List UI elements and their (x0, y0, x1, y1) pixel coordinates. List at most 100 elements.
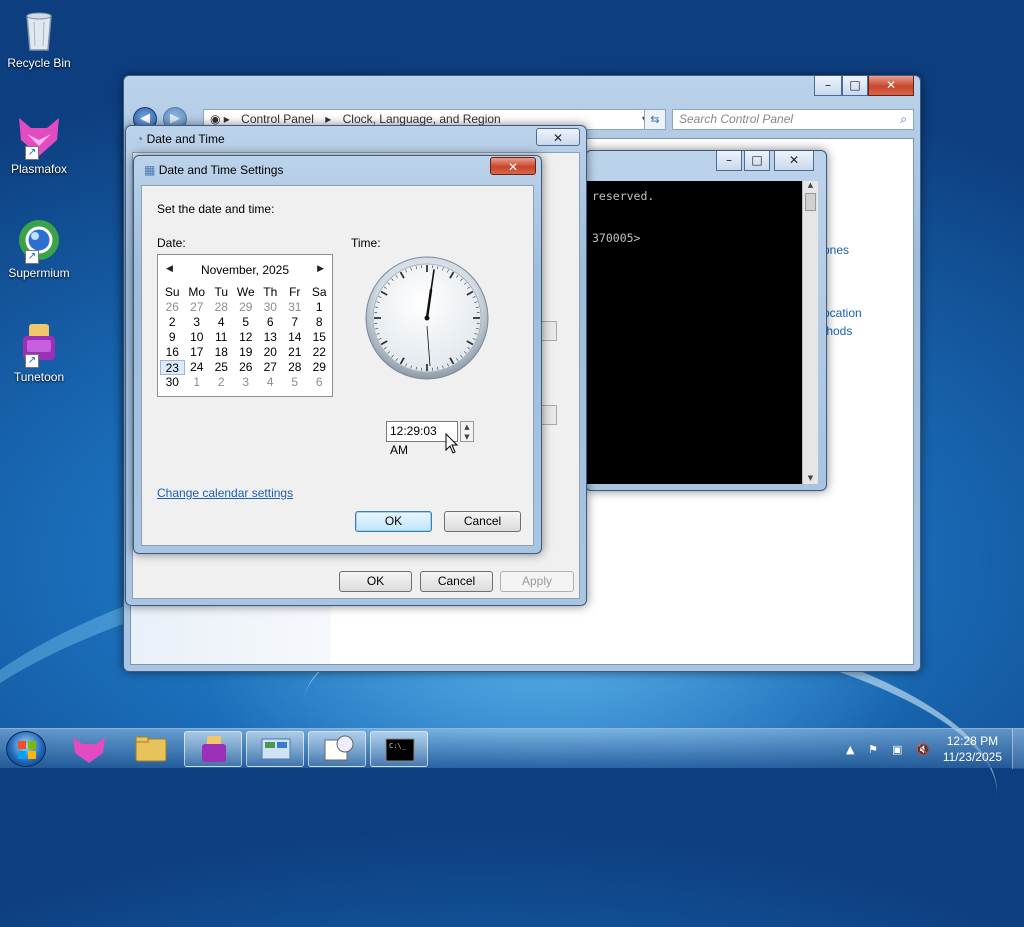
maximize-button[interactable]: □ (842, 76, 868, 96)
calendar-day[interactable]: 22 (307, 345, 332, 360)
desktop-icon-supermium[interactable]: ↗ Supermium (4, 216, 74, 280)
date-time-settings-dialog: ▦ Date and Time Settings ✕ Set the date … (133, 155, 542, 554)
show-desktop-button[interactable] (1012, 729, 1024, 769)
minimize-button[interactable]: – (814, 76, 842, 96)
windows-logo-icon (18, 741, 36, 759)
close-button[interactable]: ✕ (536, 128, 580, 146)
system-clock[interactable]: 12:28 PM 11/23/2025 (943, 733, 1002, 765)
calendar-day[interactable]: 7 (283, 315, 308, 330)
calendar-day[interactable]: 16 (160, 345, 185, 360)
calendar-day[interactable]: 27 (258, 360, 283, 375)
apply-button[interactable]: Apply (500, 571, 574, 592)
time-spinner[interactable]: ▲ ▼ (460, 421, 474, 442)
calendar-day[interactable]: 11 (209, 330, 234, 345)
calendar-day[interactable]: 14 (283, 330, 308, 345)
calendar-day[interactable]: 12 (234, 330, 259, 345)
ok-button[interactable]: OK (355, 511, 432, 532)
console-scrollbar[interactable]: ▲ ▼ (802, 181, 818, 484)
partial-button[interactable] (541, 321, 557, 341)
scroll-down-icon[interactable]: ▼ (803, 474, 818, 482)
calendar-day[interactable]: 5 (234, 315, 259, 330)
calendar-day[interactable]: 4 (258, 375, 283, 390)
task-link[interactable]: ocation (823, 306, 862, 320)
desktop-icon-tunetoon[interactable]: ↗ Tunetoon (4, 320, 74, 384)
calendar-day[interactable]: 6 (307, 375, 332, 390)
calendar-day[interactable]: 20 (258, 345, 283, 360)
taskbar-explorer[interactable] (122, 731, 180, 767)
calendar-day[interactable]: 1 (185, 375, 210, 390)
calendar-day[interactable]: 23 (160, 360, 185, 375)
close-button[interactable]: ✕ (490, 157, 536, 175)
close-button[interactable]: ✕ (774, 151, 814, 171)
network-icon[interactable]: ▣ (892, 743, 906, 757)
calendar-day[interactable]: 8 (307, 315, 332, 330)
calendar-day[interactable]: 26 (234, 360, 259, 375)
desktop-icon-plasmafox[interactable]: ↗ Plasmafox (4, 112, 74, 176)
calendar-clock-icon: ▦ (144, 163, 155, 177)
cancel-button[interactable]: Cancel (420, 571, 493, 592)
ok-button[interactable]: OK (339, 571, 412, 592)
change-calendar-settings-link[interactable]: Change calendar settings (157, 486, 293, 500)
task-link[interactable]: thods (823, 324, 852, 338)
search-input[interactable]: Search Control Panel ⌕ (672, 109, 914, 130)
calendar-day[interactable]: 31 (283, 300, 308, 315)
calendar-day[interactable]: 17 (185, 345, 210, 360)
calendar-day[interactable]: 26 (160, 300, 185, 315)
calendar-day[interactable]: 25 (209, 360, 234, 375)
close-button[interactable]: ✕ (868, 76, 914, 96)
action-center-icon[interactable]: ⚑ (868, 743, 882, 757)
taskbar-date-time[interactable] (308, 731, 366, 767)
calendar-day[interactable]: 30 (258, 300, 283, 315)
refresh-button[interactable]: ⇆ (644, 109, 666, 130)
calendar-day[interactable]: 6 (258, 315, 283, 330)
search-icon[interactable]: ⌕ (900, 110, 907, 129)
calendar-day[interactable]: 27 (185, 300, 210, 315)
calendar[interactable]: ◀ November, 2025 ▶ SuMoTuWeThFrSa2627282… (157, 254, 333, 397)
tunetoon-icon: ↗ (15, 320, 63, 368)
calendar-day[interactable]: 28 (283, 360, 308, 375)
partial-button[interactable] (541, 405, 557, 425)
calendar-day[interactable]: 15 (307, 330, 332, 345)
calendar-day[interactable]: 19 (234, 345, 259, 360)
calendar-day[interactable]: 29 (307, 360, 332, 375)
calendar-day[interactable]: 3 (234, 375, 259, 390)
desktop-icon-recycle-bin[interactable]: Recycle Bin (4, 6, 74, 70)
calendar-day[interactable]: 13 (258, 330, 283, 345)
calendar-month-year[interactable]: November, 2025 (158, 263, 332, 277)
console-output[interactable]: reserved. 370005> (586, 181, 802, 484)
next-month-button[interactable]: ▶ (317, 263, 324, 274)
calendar-day[interactable]: 24 (185, 360, 210, 375)
calendar-day[interactable]: 2 (209, 375, 234, 390)
maximize-button[interactable]: □ (744, 151, 770, 171)
calendar-day[interactable]: 18 (209, 345, 234, 360)
calendar-day[interactable]: 1 (307, 300, 332, 315)
calendar-week-row: 16171819202122 (160, 345, 332, 360)
taskbar-console[interactable]: C:\_ (370, 731, 428, 767)
calendar-day[interactable]: 10 (185, 330, 210, 345)
start-button[interactable] (6, 731, 46, 767)
show-hidden-icons-icon[interactable]: ▲ (846, 743, 860, 757)
spin-down-icon[interactable]: ▼ (461, 432, 473, 442)
volume-muted-icon[interactable]: 🔇 (916, 743, 930, 757)
breadcrumb-control-panel[interactable]: Control Panel (241, 112, 314, 126)
calendar-day[interactable]: 29 (234, 300, 259, 315)
taskbar: C:\_ ▲ ⚑ ▣ 🔇 12:28 PM 11/23/2025 (0, 728, 1024, 768)
calendar-day[interactable]: 2 (160, 315, 185, 330)
scroll-thumb[interactable] (805, 193, 816, 211)
minimize-button[interactable]: – (716, 151, 742, 171)
calendar-day[interactable]: 28 (209, 300, 234, 315)
calendar-day[interactable]: 30 (160, 375, 185, 390)
taskbar-control-panel[interactable] (246, 731, 304, 767)
calendar-day[interactable]: 5 (283, 375, 308, 390)
calendar-day[interactable]: 4 (209, 315, 234, 330)
calendar-week-row: 9101112131415 (160, 330, 332, 345)
taskbar-plasmafox[interactable] (60, 731, 118, 767)
taskbar-tunetoon[interactable] (184, 731, 242, 767)
breadcrumb-clock-language-region[interactable]: Clock, Language, and Region (343, 112, 501, 126)
spin-up-icon[interactable]: ▲ (461, 422, 473, 432)
calendar-day[interactable]: 3 (185, 315, 210, 330)
scroll-up-icon[interactable]: ▲ (803, 181, 818, 189)
calendar-day[interactable]: 21 (283, 345, 308, 360)
calendar-day[interactable]: 9 (160, 330, 185, 345)
cancel-button[interactable]: Cancel (444, 511, 521, 532)
